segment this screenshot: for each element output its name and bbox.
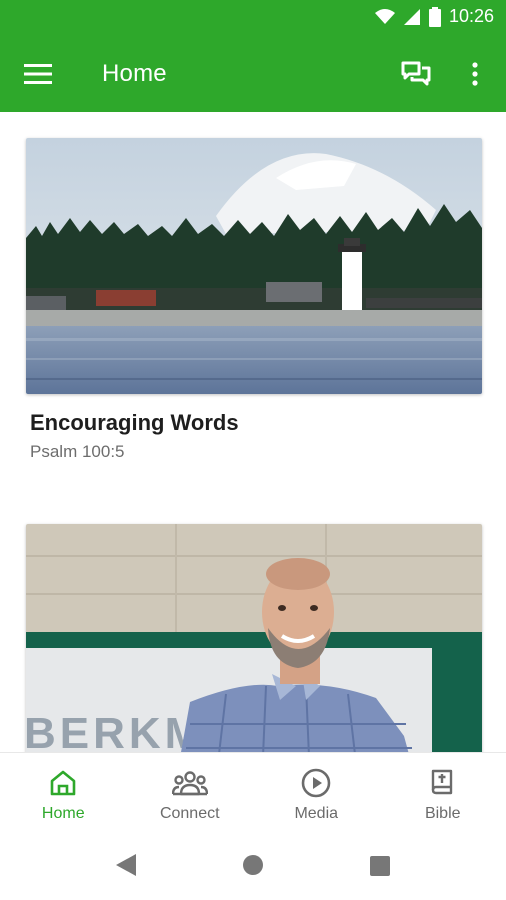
card-encouraging-words[interactable]: Encouraging Words Psalm 100:5 [26,138,482,462]
card-image-pastor[interactable]: BERKMA [26,524,482,752]
status-time: 10:26 [448,6,494,26]
nav-item-bible[interactable]: Bible [380,753,506,831]
bible-icon [430,767,456,799]
more-options-button[interactable] [462,56,488,92]
system-navigation-bar [0,830,506,900]
chat-button[interactable] [398,58,434,90]
more-vert-icon [472,62,478,86]
status-icons: 10:26 [374,6,494,27]
wifi-icon [374,8,395,24]
status-bar: 10:26 [0,0,506,36]
battery-icon [428,6,441,27]
pastor-photo: BERKMA [26,524,482,752]
card-subtitle: Psalm 100:5 [30,442,125,461]
nav-label-home: Home [41,805,85,822]
app-bar: Home [0,36,506,112]
card-title[interactable]: Encouraging Words [30,410,482,436]
recent-apps-icon[interactable] [370,856,390,876]
nav-label-connect: Connect [159,805,220,822]
back-icon[interactable] [116,854,136,876]
card-pastor-photo[interactable]: BERKMA [26,524,482,752]
card-image-lighthouse[interactable] [26,138,482,394]
home-circle-icon[interactable] [243,855,263,875]
nav-item-connect[interactable]: Connect [127,753,254,831]
menu-button[interactable] [20,60,56,88]
signal-icon [403,8,420,25]
nav-label-media: Media [294,805,339,822]
nav-item-media[interactable]: Media [253,753,380,831]
chat-icon [401,61,431,86]
home-feed[interactable]: Encouraging Words Psalm 100:5 BERKMA [0,112,506,752]
hamburger-menu-icon [24,64,52,84]
people-icon [171,767,208,799]
bottom-navigation: Home Connect Media Bible [0,752,506,831]
nav-label-bible: Bible [424,805,461,822]
nav-item-home[interactable]: Home [0,753,127,831]
play-circle-icon [301,767,331,799]
home-icon [49,767,77,799]
page-title: Home [102,60,167,87]
lighthouse-photo [26,138,482,394]
